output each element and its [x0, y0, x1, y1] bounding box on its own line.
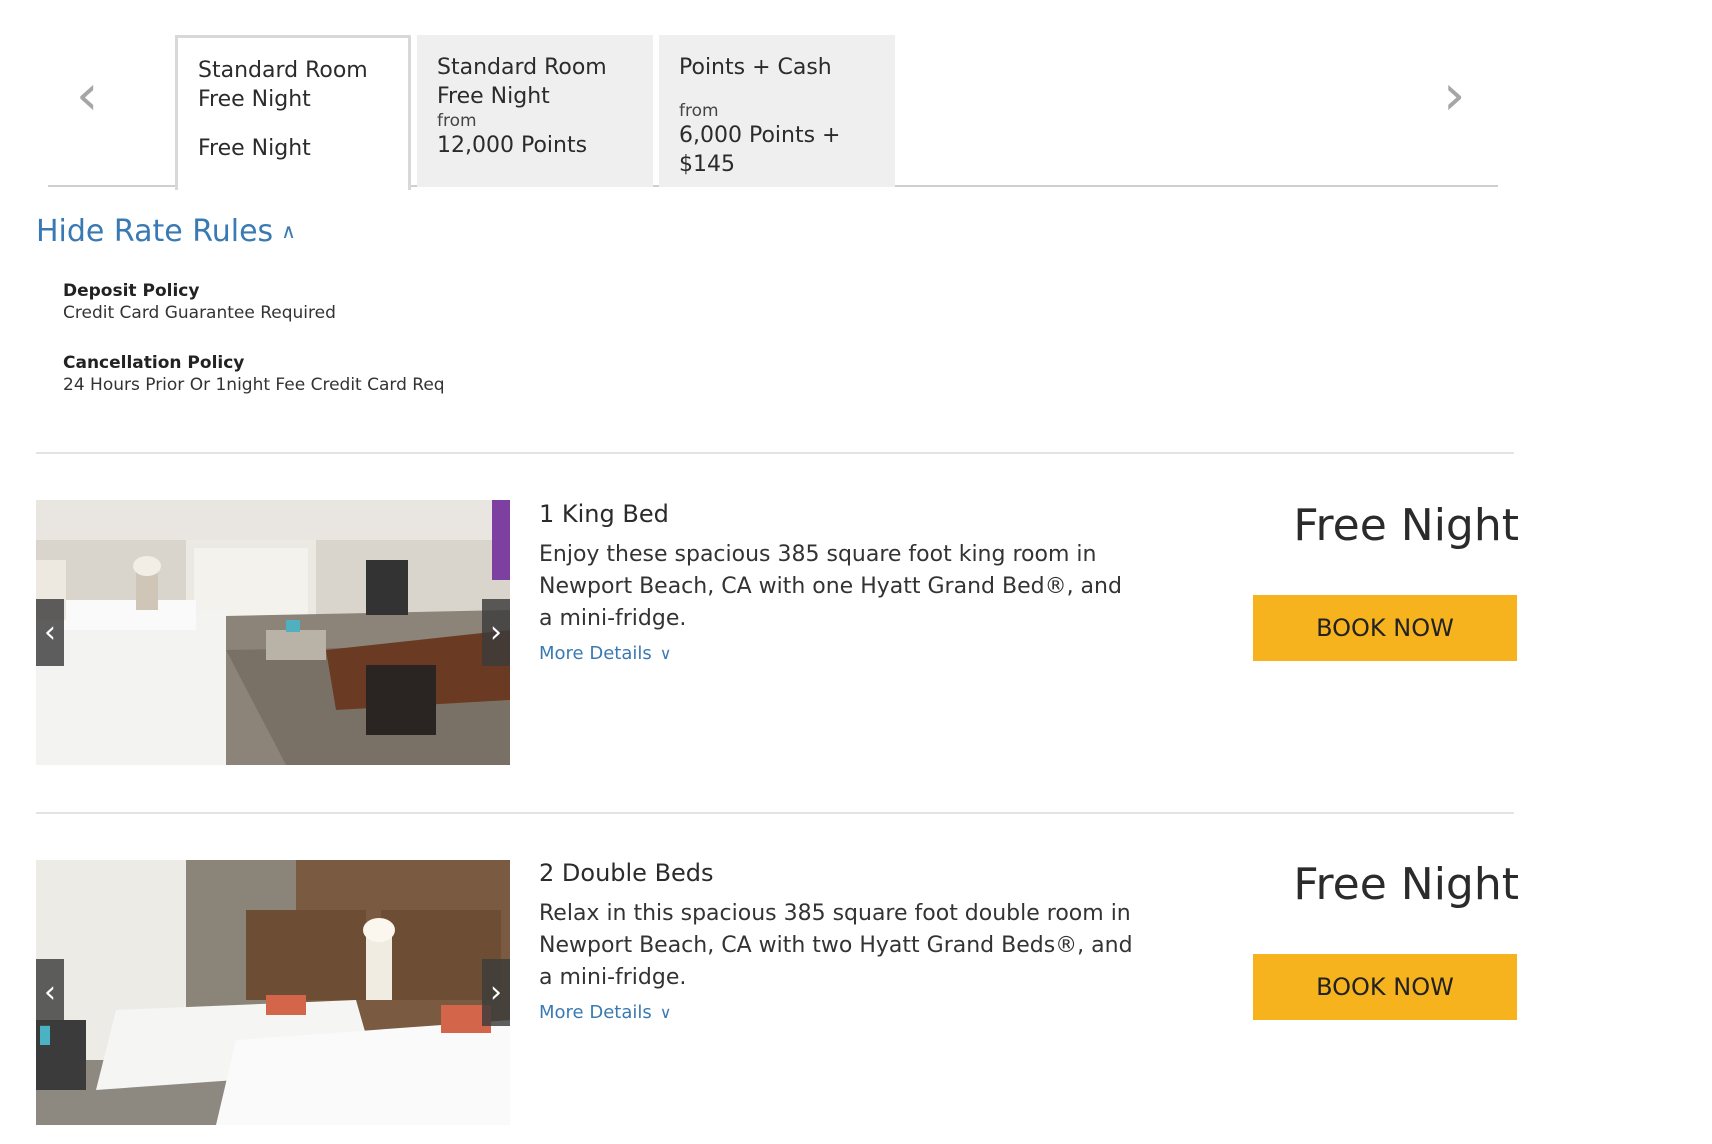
more-details-link[interactable]: More Details ∨	[539, 1002, 671, 1023]
tab-price: 12,000 Points	[437, 133, 588, 158]
room-photo-double: ‹ ›	[36, 860, 510, 1125]
chevron-right-icon: ›	[490, 615, 502, 650]
tab-name: Points + Cash	[679, 55, 832, 80]
section-divider	[36, 452, 1514, 454]
policy-title: Cancellation Policy	[63, 353, 245, 373]
hide-rate-rules-toggle[interactable]: Hide Rate Rules ∧	[36, 214, 296, 249]
room-title: 1 King Bed	[539, 500, 669, 528]
room-description: Enjoy these spacious 385 square foot kin…	[539, 542, 1122, 631]
policy-value: Credit Card Guarantee Required	[63, 303, 336, 323]
photo-prev-button[interactable]: ‹	[36, 959, 64, 1026]
tab-standard-free-night[interactable]: Standard Room Free Night Free Night	[175, 35, 411, 190]
carousel-prev-button[interactable]: ‹	[76, 68, 98, 124]
tab-points-cash[interactable]: Points + Cash from 6,000 Points + $145	[659, 35, 895, 187]
photo-next-button[interactable]: ›	[482, 959, 510, 1026]
chevron-left-icon: ‹	[76, 63, 99, 128]
book-now-button[interactable]: BOOK NOW	[1253, 954, 1517, 1020]
room-photo-image	[36, 500, 510, 765]
more-details-link[interactable]: More Details ∨	[539, 643, 671, 664]
chevron-down-icon: ∨	[659, 1003, 672, 1022]
tab-price: Free Night	[198, 136, 311, 161]
chevron-left-icon: ‹	[44, 615, 56, 650]
room-description: Relax in this spacious 385 square foot d…	[539, 901, 1133, 990]
room-price: Free Night	[1293, 500, 1519, 551]
tab-name: Standard Room Free Night	[437, 55, 607, 109]
tab-from	[198, 114, 388, 134]
tab-from: from	[437, 111, 477, 131]
chevron-right-icon: ›	[1443, 63, 1466, 128]
policy-value: 24 Hours Prior Or 1night Fee Credit Card…	[63, 375, 445, 395]
tab-standard-points[interactable]: Standard Room Free Night from 12,000 Poi…	[417, 35, 653, 187]
chevron-down-icon: ∨	[659, 644, 672, 663]
tab-name: Standard Room Free Night	[198, 58, 368, 112]
room-photo-image	[36, 860, 510, 1125]
chevron-left-icon: ‹	[44, 975, 56, 1010]
deposit-policy: Deposit Policy Credit Card Guarantee Req…	[63, 281, 336, 323]
rate-rules-label: Hide Rate Rules	[36, 214, 274, 249]
more-details-label: More Details	[539, 643, 652, 664]
policy-title: Deposit Policy	[63, 281, 200, 301]
more-details-label: More Details	[539, 1002, 652, 1023]
chevron-up-icon: ∧	[281, 219, 296, 243]
photo-prev-button[interactable]: ‹	[36, 599, 64, 666]
tab-price: 6,000 Points + $145	[679, 123, 841, 177]
chevron-right-icon: ›	[490, 975, 502, 1010]
tab-from: from	[679, 101, 719, 121]
book-now-button[interactable]: BOOK NOW	[1253, 595, 1517, 661]
room-divider	[36, 812, 1514, 814]
room-title: 2 Double Beds	[539, 859, 714, 887]
carousel-next-button[interactable]: ›	[1443, 68, 1465, 124]
room-photo-king: ‹ ›	[36, 500, 510, 765]
photo-next-button[interactable]: ›	[482, 599, 510, 666]
room-price: Free Night	[1293, 859, 1519, 910]
cancellation-policy: Cancellation Policy 24 Hours Prior Or 1n…	[63, 353, 445, 395]
